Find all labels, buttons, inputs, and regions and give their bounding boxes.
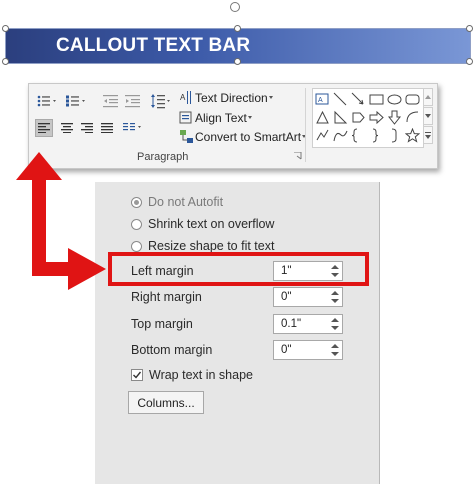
callout-arrow-annotation <box>16 152 106 290</box>
arrow-up-head <box>16 152 62 180</box>
arrow-right-head <box>68 248 106 290</box>
arrow-shaft <box>32 178 70 276</box>
